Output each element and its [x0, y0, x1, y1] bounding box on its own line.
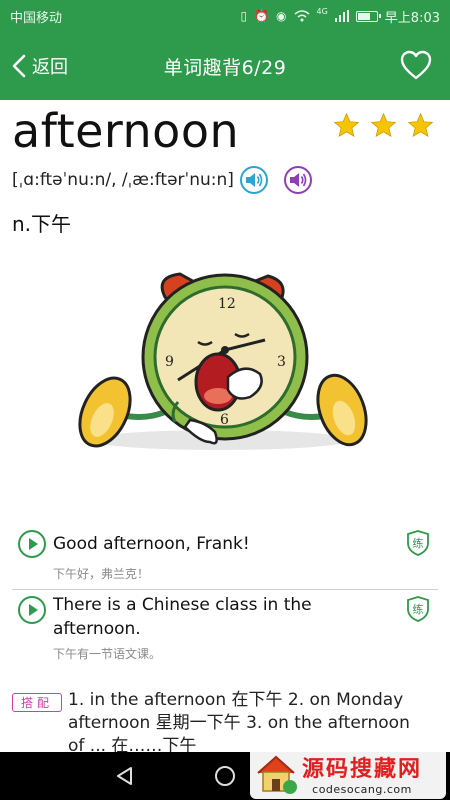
status-icons: ▯ ⏰ ◉ 4G 早上8:03	[240, 7, 440, 26]
practice-2-label: 练	[413, 602, 424, 616]
sentence-1-chinese: 下午好，弗兰克！	[53, 567, 150, 581]
sentence-divider	[12, 589, 438, 590]
back-label: 返回	[32, 57, 68, 78]
speaker-icon	[289, 173, 307, 187]
svg-text:6: 6	[220, 412, 229, 428]
eye-icon: ◉	[276, 9, 287, 23]
nav-home-icon[interactable]	[213, 764, 237, 788]
play-sentence-2-button[interactable]	[18, 596, 46, 624]
star-rating	[333, 112, 434, 139]
heart-outline-icon[interactable]	[400, 50, 432, 82]
watermark-url: codesocang.com	[312, 782, 412, 796]
word-meaning: n.下午	[12, 212, 72, 236]
svg-text:9: 9	[165, 354, 174, 370]
speaker-us-button[interactable]	[283, 166, 312, 194]
phonetic-text: [ˌɑ:ftəˈnu:n/, /ˌæ:ftərˈnu:n]	[12, 170, 234, 190]
collocation-tag: 搭配	[12, 693, 62, 712]
back-button[interactable]: 返回	[10, 50, 68, 82]
site-watermark: 源码搜藏网 codesocang.com	[250, 747, 446, 799]
vibrate-icon: ▯	[240, 9, 248, 23]
app-header: 返回 单词趣背6/29	[0, 32, 450, 100]
practice-1-label: 练	[413, 536, 424, 550]
chevron-left-icon	[12, 54, 26, 78]
practice-1-button[interactable]: 练	[406, 530, 430, 556]
wifi-icon	[294, 10, 310, 22]
sentence-2-english: There is a Chinese class in the afternoo…	[53, 595, 312, 639]
phonetic-row: [ˌɑ:ftəˈnu:n/, /ˌæ:ftərˈnu:n]	[12, 166, 312, 194]
watermark-logo	[257, 755, 297, 794]
practice-2-button[interactable]: 练	[406, 596, 430, 622]
alarm-icon: ⏰	[254, 9, 270, 23]
speaker-uk-button[interactable]	[239, 166, 268, 194]
network-type: 4G	[316, 6, 328, 16]
svg-text:12: 12	[218, 296, 236, 312]
battery-icon	[355, 10, 381, 22]
play-sentence-1-button[interactable]	[18, 530, 46, 558]
nav-back-icon[interactable]	[113, 764, 137, 788]
star-icon	[333, 112, 360, 138]
star-icon	[407, 112, 434, 138]
sentence-1-english: Good afternoon, Frank!	[53, 534, 250, 554]
status-bar: 中国移动 ▯ ⏰ ◉ 4G 早上8:03	[0, 0, 450, 32]
signal-icon	[334, 10, 349, 22]
watermark-title: 源码搜藏网	[302, 756, 423, 782]
word-title: afternoon	[12, 104, 240, 158]
carrier-name: 中国移动	[10, 10, 63, 26]
star-icon	[370, 112, 397, 138]
sentence-2-chinese: 下午有一节语文课。	[53, 647, 162, 661]
status-time: 早上8:03	[384, 10, 440, 26]
svg-text:3: 3	[277, 354, 286, 370]
yawning-clock-illustration: 12 3 6 9	[78, 272, 368, 450]
speaker-icon	[245, 173, 263, 187]
